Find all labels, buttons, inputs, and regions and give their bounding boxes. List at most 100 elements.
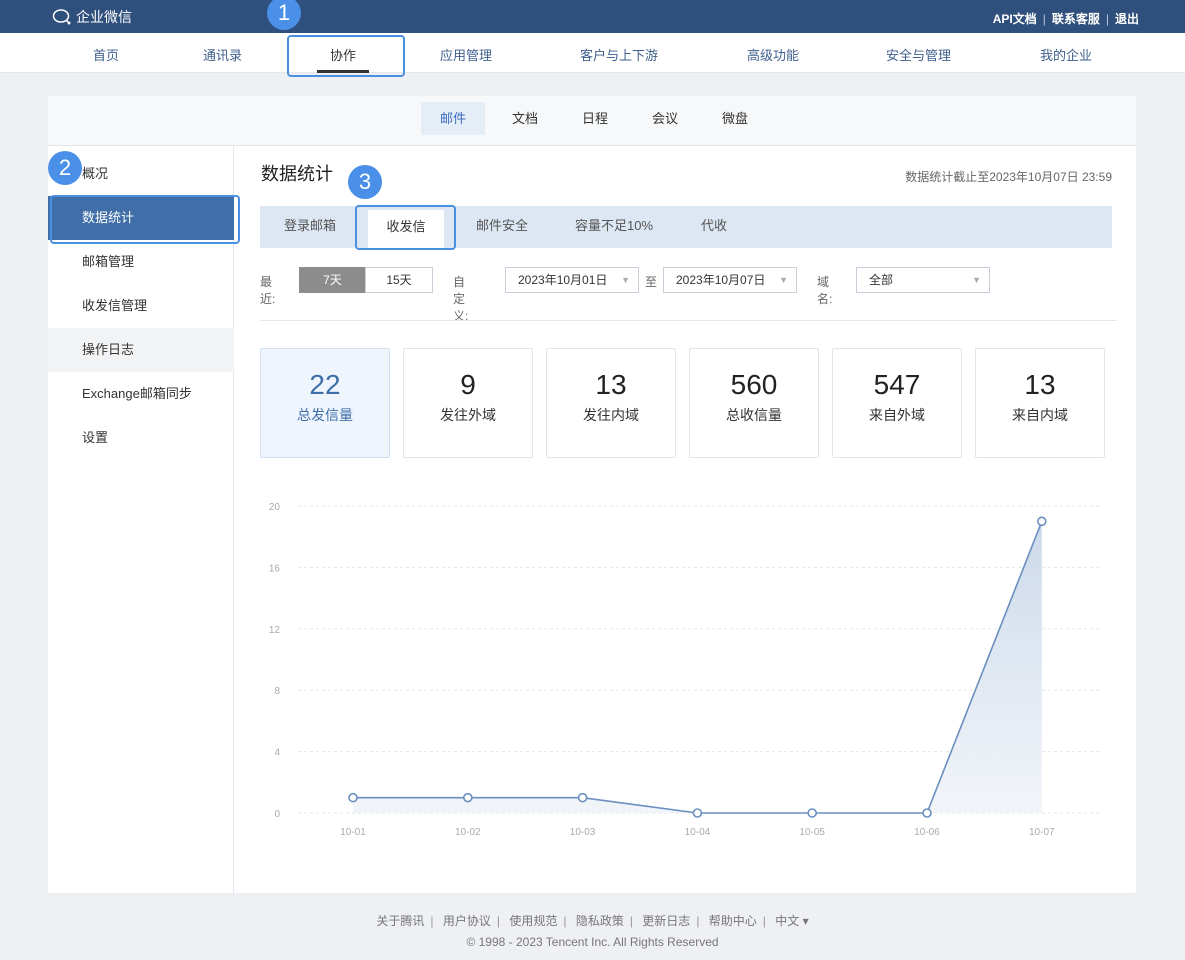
- separator: |: [430, 914, 434, 928]
- subnav-mail[interactable]: 邮件: [421, 102, 485, 135]
- sidebar: 概况 数据统计 邮箱管理 收发信管理 操作日志 Exchange邮箱同步 设置: [48, 147, 234, 893]
- stat-label: 来自外域: [869, 407, 925, 423]
- footer-link-usage-policy[interactable]: 使用规范: [509, 914, 557, 928]
- separator: |: [563, 914, 567, 928]
- highlight-box-sidebar: [50, 195, 240, 244]
- sidebar-item-settings[interactable]: 设置: [48, 416, 234, 460]
- footer-link-privacy[interactable]: 隐私政策: [576, 914, 624, 928]
- domain-select[interactable]: 全部 ▼: [856, 267, 990, 293]
- y-tick-label: 16: [269, 563, 281, 574]
- subnav-calendar[interactable]: 日程: [565, 102, 625, 135]
- footer-link-about[interactable]: 关于腾讯: [376, 914, 424, 928]
- footer-links: 关于腾讯 | 用户协议 | 使用规范 | 隐私政策 | 更新日志 | 帮助中心 | 中文 ▾: [0, 912, 1185, 929]
- stat-label: 发往外域: [440, 407, 496, 423]
- x-tick-label: 10-06: [914, 827, 940, 838]
- stat-received-external[interactable]: 547 来自外域: [832, 348, 962, 458]
- sub-nav: 邮件 文档 日程 会议 微盘: [48, 96, 1136, 146]
- x-tick-label: 10-03: [570, 827, 596, 838]
- api-docs-link[interactable]: API文档: [993, 10, 1037, 27]
- top-bar: 企业微信 API文档 | 联系客服 | 退出: [0, 0, 1185, 33]
- tab-login-mailbox[interactable]: 登录邮箱: [272, 206, 348, 248]
- nav-customers[interactable]: 客户与上下游: [580, 45, 658, 64]
- stat-total-received[interactable]: 560 总收信量: [689, 348, 819, 458]
- separator: |: [1042, 11, 1046, 26]
- stat-label: 发往内域: [583, 407, 639, 423]
- page-title: 数据统计: [261, 164, 333, 184]
- x-tick-label: 10-01: [340, 827, 366, 838]
- data-point: [692, 808, 703, 818]
- data-point: [348, 792, 358, 803]
- annotation-badge-2: 2: [48, 151, 82, 185]
- nav-advanced[interactable]: 高级功能: [747, 45, 799, 64]
- stat-sent-external[interactable]: 9 发往外域: [403, 348, 533, 458]
- sidebar-item-mail-flow-management[interactable]: 收发信管理: [48, 284, 234, 328]
- logo[interactable]: 企业微信: [52, 7, 132, 27]
- nav-home[interactable]: 首页: [93, 45, 119, 64]
- subnav-drive[interactable]: 微盘: [705, 102, 765, 135]
- data-point: [922, 808, 932, 818]
- data-point: [577, 792, 588, 803]
- y-tick-label: 8: [274, 686, 280, 697]
- footer-link-help[interactable]: 帮助中心: [709, 914, 757, 928]
- chevron-down-icon: ▼: [972, 275, 981, 285]
- nav-app-management[interactable]: 应用管理: [440, 45, 492, 64]
- data-point: [463, 792, 473, 803]
- stat-value: 13: [1024, 369, 1056, 400]
- series-area: [353, 521, 1042, 813]
- start-date-select[interactable]: 2023年10月01日 ▼: [505, 267, 639, 293]
- main-nav: 首页 通讯录 协作 应用管理 客户与上下游 高级功能 安全与管理 我的企业: [0, 33, 1185, 73]
- separator: |: [1105, 11, 1109, 26]
- separator: |: [496, 914, 500, 928]
- sent-mail-chart: 0 4 8 12 16 20 10-01 10-02 10-03 10-04 10-05 10-06 1…: [269, 502, 1100, 838]
- stat-value: 13: [595, 369, 627, 400]
- start-date-value: 2023年10月01日: [518, 273, 608, 287]
- data-point: [1036, 516, 1047, 527]
- tab-mail-security[interactable]: 邮件安全: [464, 206, 540, 248]
- nav-my-company[interactable]: 我的企业: [1040, 45, 1092, 64]
- y-tick-label: 4: [274, 748, 280, 759]
- range-15-days[interactable]: 15天: [365, 267, 433, 293]
- logo-text: 企业微信: [76, 9, 132, 25]
- stat-received-internal[interactable]: 13 来自内域: [975, 348, 1105, 458]
- contact-support-link[interactable]: 联系客服: [1052, 10, 1100, 27]
- nav-contacts[interactable]: 通讯录: [203, 45, 242, 64]
- tab-low-capacity[interactable]: 容量不足10%: [566, 206, 662, 248]
- y-tick-label: 0: [274, 809, 280, 820]
- end-date-value: 2023年10月07日: [676, 273, 766, 287]
- logout-link[interactable]: 退出: [1115, 10, 1139, 27]
- sidebar-item-operation-log[interactable]: 操作日志: [48, 328, 234, 372]
- separator: |: [629, 914, 633, 928]
- stat-total-sent[interactable]: 22 总发信量: [260, 348, 390, 458]
- separator: |: [696, 914, 700, 928]
- range-7-days[interactable]: 7天: [299, 267, 366, 293]
- series-line: [353, 521, 1043, 814]
- subnav-meeting[interactable]: 会议: [635, 102, 695, 135]
- stats-cutoff-note: 数据统计截止至2023年10月07日 23:59: [905, 170, 1112, 184]
- footer-link-user-agreement[interactable]: 用户协议: [443, 914, 491, 928]
- tab-fetch-mail[interactable]: 代收: [690, 206, 738, 248]
- footer-link-changelog[interactable]: 更新日志: [642, 914, 690, 928]
- chevron-down-icon: ▼: [779, 275, 788, 285]
- x-tick-label: 10-02: [455, 827, 481, 838]
- subnav-docs[interactable]: 文档: [495, 102, 555, 135]
- top-links: API文档 | 联系客服 | 退出: [993, 10, 1139, 27]
- language-selector[interactable]: 中文 ▾: [775, 914, 808, 928]
- stat-sent-internal[interactable]: 13 发往内域: [546, 348, 676, 458]
- end-date-select[interactable]: 2023年10月07日 ▼: [663, 267, 797, 293]
- nav-security[interactable]: 安全与管理: [886, 45, 951, 64]
- stat-value: 22: [309, 369, 341, 400]
- recent-label: 最近:: [260, 275, 276, 306]
- highlight-box-tab: [355, 205, 456, 250]
- stat-value: 9: [460, 369, 476, 400]
- stat-label: 总发信量: [297, 407, 353, 423]
- sidebar-item-exchange-sync[interactable]: Exchange邮箱同步: [48, 372, 234, 416]
- x-tick-label: 10-07: [1029, 827, 1055, 838]
- highlight-box-nav: [287, 35, 405, 77]
- annotation-badge-3: 3: [348, 165, 382, 199]
- chevron-down-icon: ▼: [621, 275, 630, 285]
- footer: 关于腾讯 | 用户协议 | 使用规范 | 隐私政策 | 更新日志 | 帮助中心 | 中文 ▾…: [0, 912, 1185, 949]
- sidebar-item-mailbox-management[interactable]: 邮箱管理: [48, 240, 234, 284]
- divider: [260, 320, 1117, 321]
- stat-label: 来自内域: [1012, 407, 1068, 423]
- to-label: 至: [645, 275, 658, 289]
